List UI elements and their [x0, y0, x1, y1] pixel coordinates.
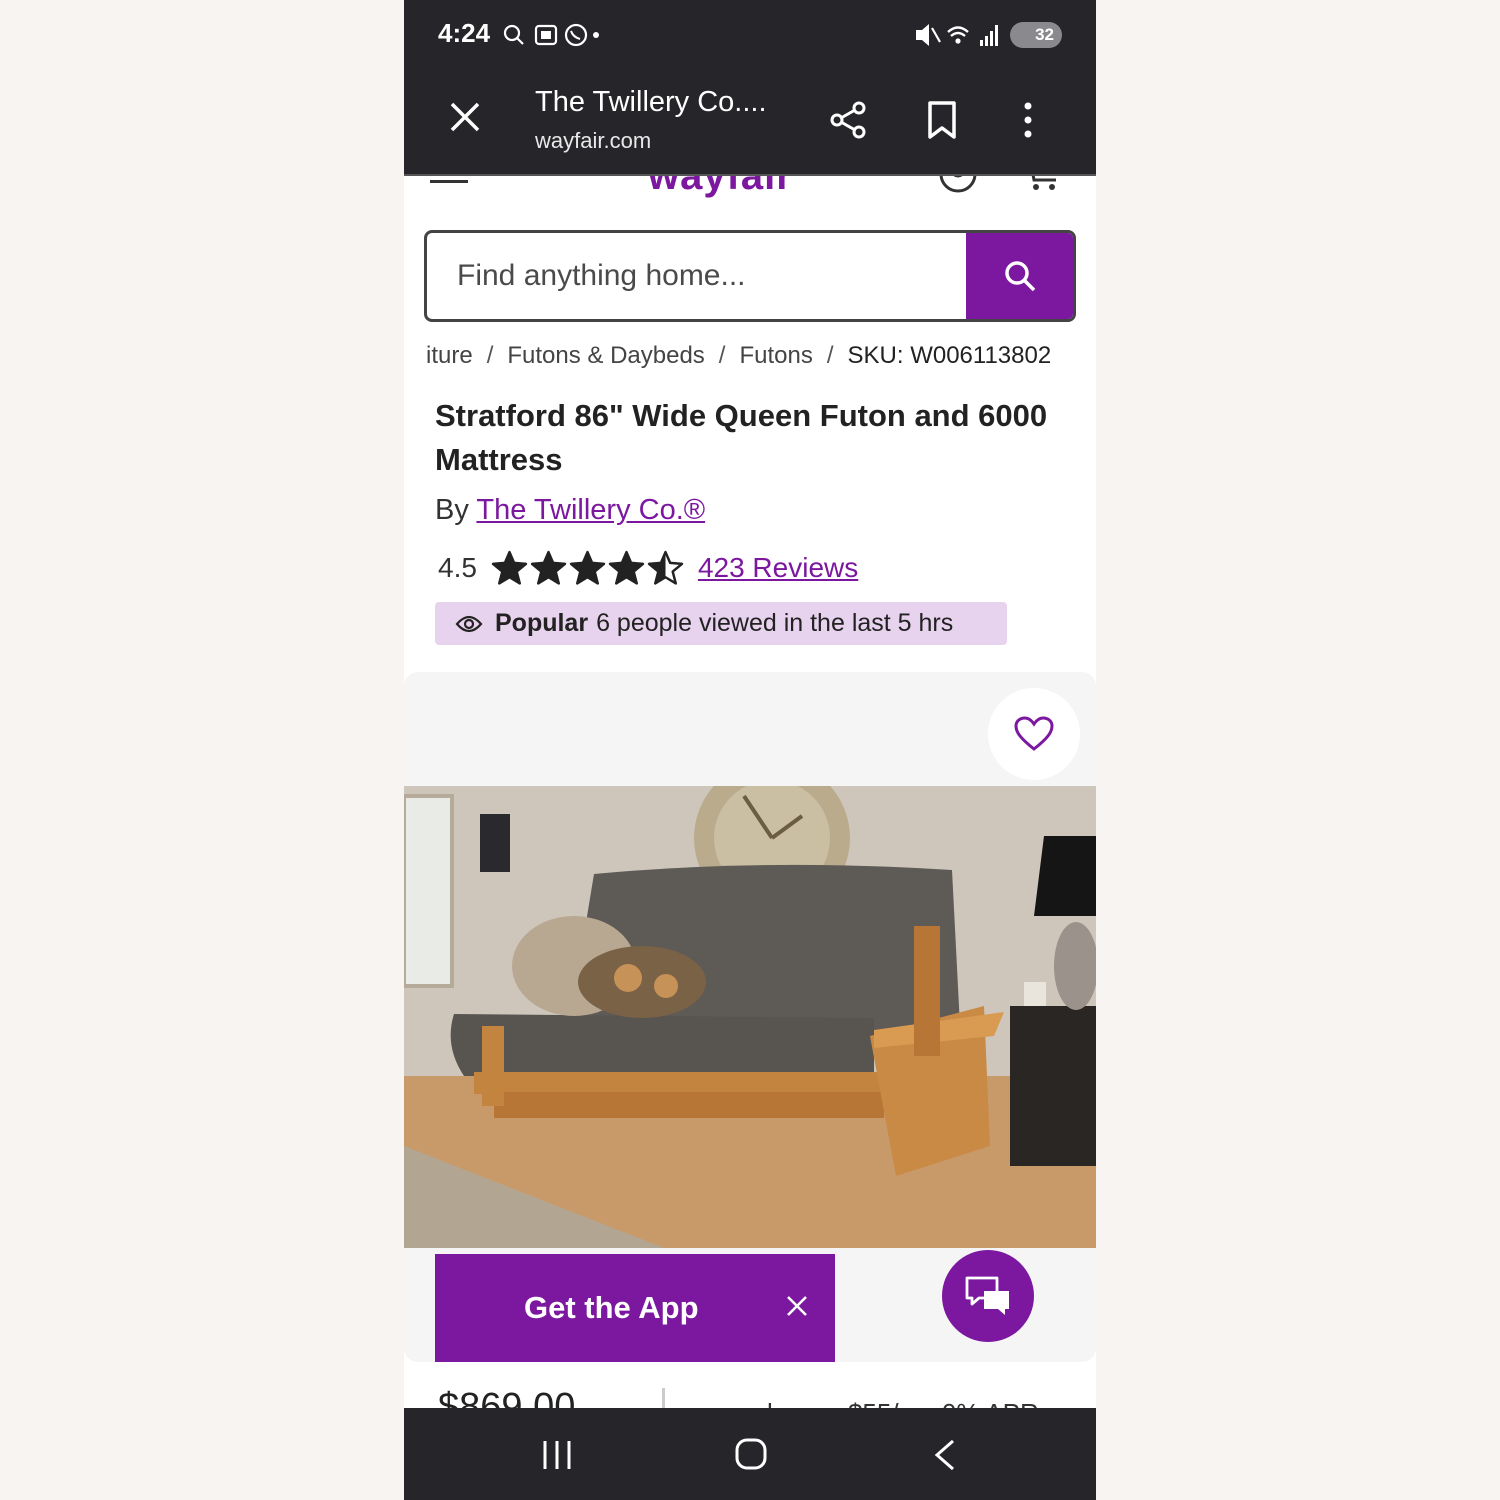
- more-icon[interactable]: [1018, 100, 1038, 140]
- star-icon: [491, 550, 528, 585]
- popular-badge: Popular 6 people viewed in the last 5 hr…: [435, 602, 1007, 645]
- breadcrumb-item[interactable]: Futons: [739, 342, 812, 369]
- breadcrumb-item[interactable]: Futons & Daybeds: [507, 342, 704, 369]
- account-icon[interactable]: [938, 176, 978, 194]
- product-image[interactable]: [404, 786, 1096, 1248]
- star-icon: [608, 550, 645, 585]
- chat-icon: [965, 1276, 1009, 1315]
- product-title: Stratford 86" Wide Queen Futon and 6000 …: [435, 398, 1048, 477]
- status-bar: 4:24 32: [404, 0, 1096, 70]
- battery-indicator: 32: [1010, 22, 1062, 48]
- wayfair-logo[interactable]: wayfair: [648, 176, 793, 199]
- star-icon: [569, 550, 606, 585]
- heart-icon: [1014, 716, 1054, 751]
- rating-stars: [491, 550, 684, 586]
- share-icon[interactable]: [828, 100, 868, 140]
- rating-value: 4.5: [438, 552, 477, 583]
- breadcrumb-item[interactable]: iture: [426, 342, 473, 369]
- tab-title: The Twillery Co....: [535, 86, 767, 118]
- notification-icons: [503, 23, 599, 47]
- back-icon[interactable]: [932, 1438, 958, 1472]
- recent-apps-icon[interactable]: [540, 1438, 574, 1472]
- rating-row: 4.5 423 Reviews: [438, 548, 858, 588]
- by-label: By: [435, 494, 469, 526]
- popular-label: Popular: [495, 609, 589, 637]
- close-icon[interactable]: [448, 100, 482, 134]
- reviews-link[interactable]: 423 Reviews: [698, 552, 858, 584]
- financing-text: or as low as $55/mo 0% APR: [702, 1398, 1039, 1408]
- product-brand: By The Twillery Co.®: [435, 494, 705, 527]
- bookmark-icon[interactable]: [924, 100, 960, 140]
- popular-text: 6 people viewed in the last 5 hrs: [596, 609, 954, 637]
- tab-url: wayfair.com: [535, 128, 652, 153]
- price-divider: [662, 1388, 665, 1408]
- page-content: wayfair iture/Futons & Daybeds/Futons/SK…: [404, 176, 1096, 1408]
- breadcrumb-sku: SKU: W006113802: [847, 342, 1052, 369]
- brand-link[interactable]: The Twillery Co.®: [476, 494, 705, 526]
- get-app-label: Get the App: [524, 1290, 699, 1325]
- menu-icon[interactable]: [430, 180, 468, 183]
- system-icons: [916, 24, 998, 46]
- search-icon: [1004, 261, 1035, 292]
- star-icon: [530, 550, 567, 585]
- breadcrumb: iture / Futons & Daybeds / Futons / SKU: W0061…: [426, 342, 1052, 369]
- search-button[interactable]: [966, 233, 1073, 319]
- close-icon[interactable]: [785, 1294, 809, 1318]
- browser-toolbar: The Twillery Co.... wayfair.com: [404, 70, 1096, 176]
- star-icon: [647, 550, 684, 585]
- status-time: 4:24: [438, 18, 491, 48]
- system-nav-bar: [404, 1408, 1096, 1500]
- phone-screen: 4:24 32 The Twillery Co.... wayfair.com …: [404, 0, 1096, 1500]
- chat-button[interactable]: [942, 1250, 1034, 1342]
- search-input[interactable]: [427, 233, 969, 319]
- eye-icon: [455, 615, 483, 632]
- get-app-banner[interactable]: Get the App: [435, 1254, 835, 1362]
- cart-icon[interactable]: [1022, 176, 1062, 194]
- search-bar: [424, 230, 1076, 322]
- home-icon[interactable]: [734, 1437, 768, 1471]
- price: $869.00: [438, 1386, 576, 1408]
- favorite-button[interactable]: [988, 688, 1080, 780]
